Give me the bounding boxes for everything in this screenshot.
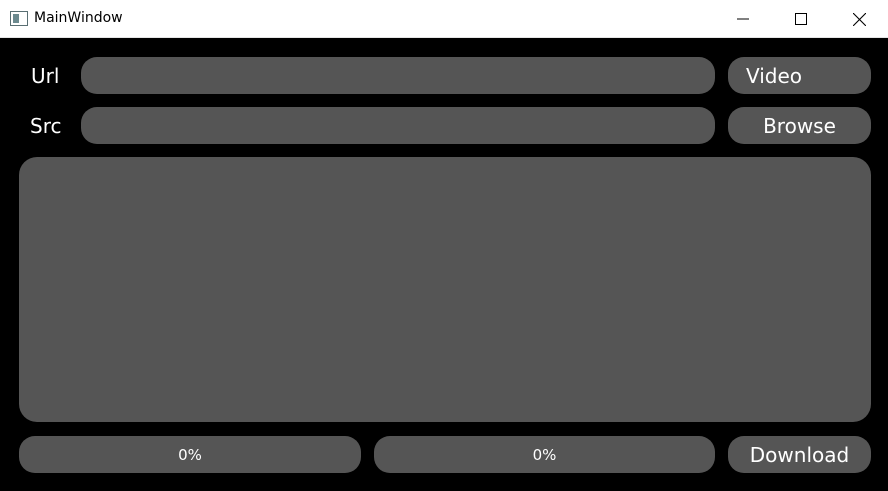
url-label: Url: [31, 64, 60, 88]
src-field[interactable]: [81, 107, 715, 144]
maximize-icon: [795, 13, 807, 25]
src-label: Src: [30, 114, 62, 138]
src-input[interactable]: [81, 107, 715, 144]
title-bar: MainWindow: [0, 0, 888, 38]
minimize-icon: [737, 18, 749, 20]
close-icon: [852, 12, 866, 26]
video-button[interactable]: Video: [728, 57, 871, 94]
browse-button[interactable]: Browse: [728, 107, 871, 144]
close-button[interactable]: [836, 0, 882, 38]
maximize-button[interactable]: [778, 0, 824, 38]
window-title: MainWindow: [34, 10, 123, 26]
app-window-icon: [10, 11, 28, 26]
url-field[interactable]: [81, 57, 715, 94]
progress-1-text: 0%: [178, 445, 202, 464]
progress-bar-1: 0%: [19, 436, 361, 473]
minimize-button[interactable]: [720, 0, 766, 38]
progress-bar-2: 0%: [374, 436, 715, 473]
content-panel[interactable]: [19, 157, 871, 422]
progress-2-text: 0%: [532, 445, 557, 464]
url-input[interactable]: [81, 57, 715, 94]
download-button[interactable]: Download: [728, 436, 871, 473]
